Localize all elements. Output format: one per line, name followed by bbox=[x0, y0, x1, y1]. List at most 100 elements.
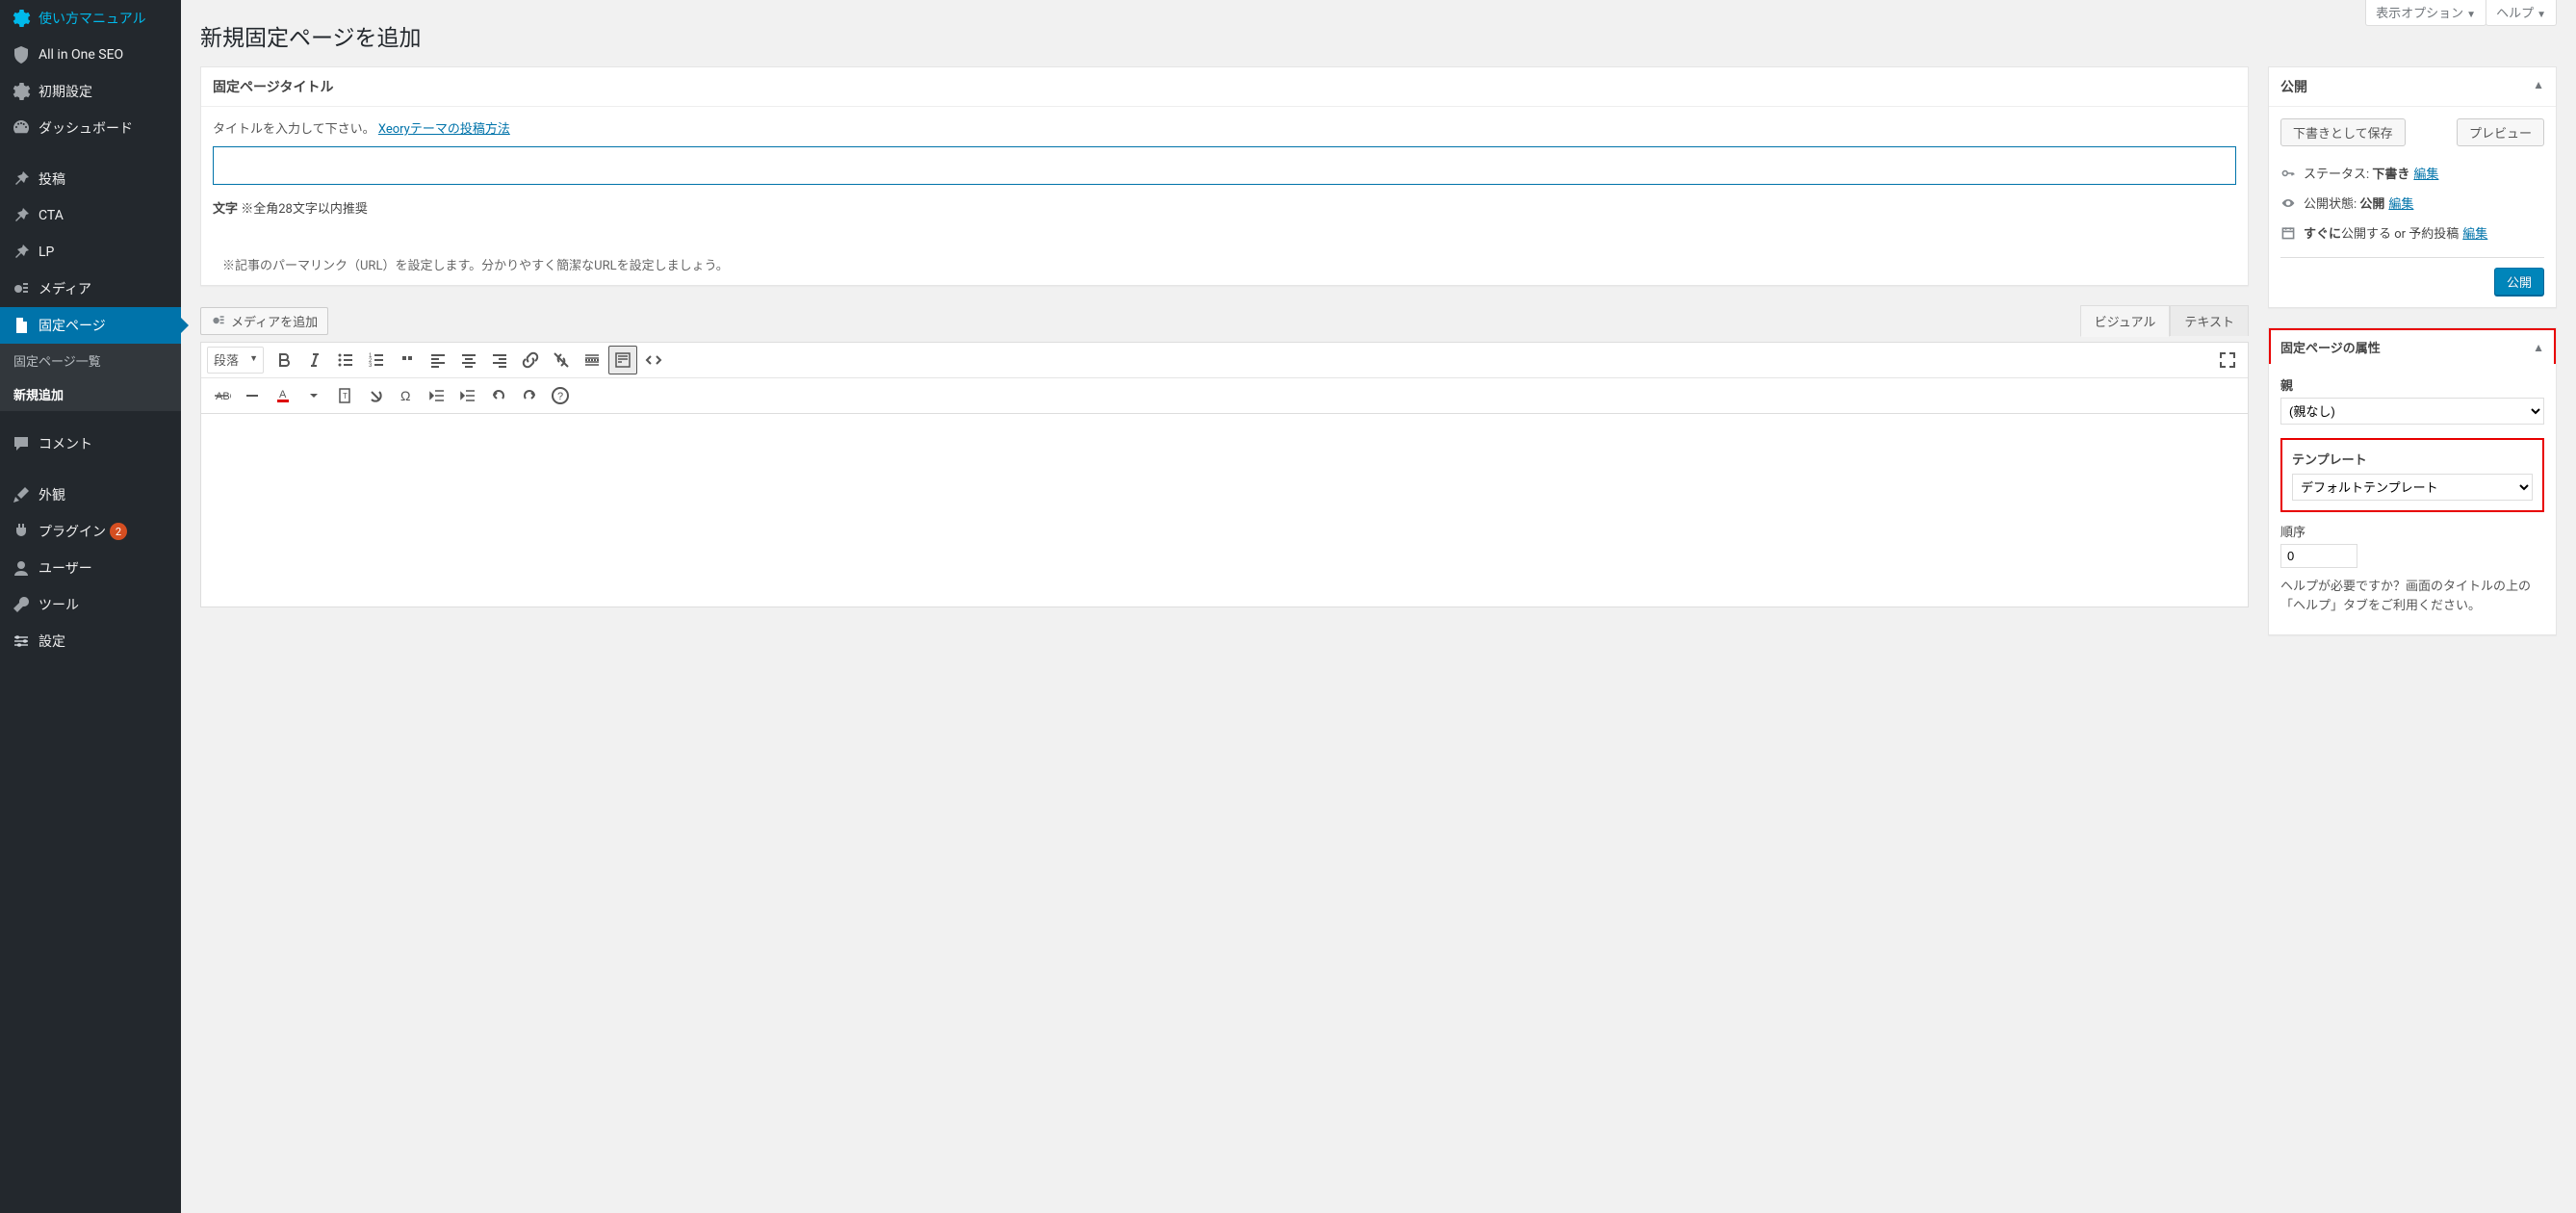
numberlist-button[interactable]: 123 bbox=[362, 346, 391, 374]
sidebar-item-pages[interactable]: 固定ページ bbox=[0, 307, 181, 344]
sidebar-item-media[interactable]: メディア bbox=[0, 271, 181, 307]
schedule-rest: 公開する or 予約投稿 bbox=[2341, 223, 2459, 242]
submenu-item-page-list[interactable]: 固定ページ一覧 bbox=[0, 344, 181, 377]
textcolor-dropdown[interactable] bbox=[299, 381, 328, 410]
svg-text:T: T bbox=[343, 392, 348, 400]
sliders-icon bbox=[12, 632, 31, 651]
sidebar-item-initsettings[interactable]: 初期設定 bbox=[0, 73, 181, 110]
attributes-help-text: ヘルプが必要ですか？画面のタイトルの上の「ヘルプ」タブをご利用ください。 bbox=[2280, 578, 2544, 615]
help-button-toolbar[interactable]: ? bbox=[546, 381, 575, 410]
sidebar-item-settings[interactable]: 設定 bbox=[0, 623, 181, 659]
indent-button[interactable] bbox=[453, 381, 482, 410]
save-draft-button[interactable]: 下書きとして保存 bbox=[2280, 118, 2406, 146]
format-select[interactable]: 段落 bbox=[207, 347, 264, 374]
edit-status-link[interactable]: 編集 bbox=[2413, 164, 2438, 182]
outdent-button[interactable] bbox=[423, 381, 451, 410]
main-content: 表示オプション▼ ヘルプ▼ 新規固定ページを追加 固定ページタイトル タイトルを… bbox=[181, 0, 2576, 1213]
title-metabox-heading: 固定ページタイトル bbox=[201, 67, 2248, 107]
hr-button[interactable] bbox=[238, 381, 267, 410]
pin-icon bbox=[12, 169, 31, 189]
undo-button[interactable] bbox=[484, 381, 513, 410]
help-label: ヘルプ bbox=[2496, 6, 2534, 20]
strikethrough-button[interactable]: ABC bbox=[207, 381, 236, 410]
dashboard-icon bbox=[12, 118, 31, 138]
help-button[interactable]: ヘルプ▼ bbox=[2486, 0, 2557, 26]
chevron-down-icon: ▼ bbox=[2537, 10, 2546, 20]
aligncenter-button[interactable] bbox=[454, 346, 483, 374]
bold-button[interactable] bbox=[270, 346, 298, 374]
toolbar-toggle-button[interactable] bbox=[608, 346, 637, 374]
textcolor-button[interactable]: A bbox=[269, 381, 297, 410]
update-badge: 2 bbox=[110, 523, 127, 540]
italic-button[interactable] bbox=[300, 346, 329, 374]
edit-schedule-link[interactable]: 編集 bbox=[2462, 223, 2487, 242]
chevron-down-icon: ▼ bbox=[2466, 10, 2476, 20]
wrench-icon bbox=[12, 595, 31, 614]
svg-text:ABC: ABC bbox=[216, 391, 231, 402]
gear-icon bbox=[12, 9, 31, 28]
alignright-button[interactable] bbox=[485, 346, 514, 374]
tab-text[interactable]: テキスト bbox=[2170, 305, 2249, 336]
sidebar-item-lp[interactable]: LP bbox=[0, 234, 181, 271]
specialchar-button[interactable]: Ω bbox=[392, 381, 421, 410]
sidebar-item-posts[interactable]: 投稿 bbox=[0, 161, 181, 197]
readmore-button[interactable] bbox=[578, 346, 606, 374]
sidebar-item-plugins[interactable]: プラグイン 2 bbox=[0, 513, 181, 550]
order-label: 順序 bbox=[2280, 522, 2544, 540]
sidebar-item-manual[interactable]: 使い方マニュアル bbox=[0, 0, 181, 37]
sidebar-item-label: All in One SEO bbox=[39, 47, 123, 63]
publish-button[interactable]: 公開 bbox=[2494, 268, 2544, 296]
fullscreen-button[interactable] bbox=[2213, 346, 2242, 374]
sidebar-item-label: プラグイン bbox=[39, 522, 106, 541]
svg-text:Ω: Ω bbox=[400, 388, 410, 403]
editor-tabs: ビジュアル テキスト bbox=[2080, 305, 2249, 336]
alignleft-button[interactable] bbox=[424, 346, 452, 374]
code-button[interactable] bbox=[639, 346, 668, 374]
sidebar-item-label: ツール bbox=[39, 595, 79, 614]
sidebar-item-label: コメント bbox=[39, 434, 92, 453]
unlink-button[interactable] bbox=[547, 346, 576, 374]
edit-visibility-link[interactable]: 編集 bbox=[2388, 194, 2413, 212]
parent-select[interactable]: (親なし) bbox=[2280, 398, 2544, 425]
sidebar-item-comments[interactable]: コメント bbox=[0, 426, 181, 462]
tab-visual[interactable]: ビジュアル bbox=[2080, 305, 2171, 337]
screen-options-button[interactable]: 表示オプション▼ bbox=[2365, 0, 2486, 26]
title-metabox: 固定ページタイトル タイトルを入力して下さい。 Xeoryテーマの投稿方法 文字… bbox=[200, 66, 2249, 286]
pastetext-button[interactable]: T bbox=[330, 381, 359, 410]
plugin-icon bbox=[12, 522, 31, 541]
char-count-row: 文字 ※全角28文字以内推奨 bbox=[213, 198, 2236, 217]
page-icon bbox=[12, 316, 31, 335]
sidebar-item-label: 設定 bbox=[39, 632, 65, 651]
publish-heading[interactable]: 公開▲ bbox=[2269, 67, 2556, 107]
sidebar-item-dashboard[interactable]: ダッシュボード bbox=[0, 110, 181, 146]
order-input[interactable] bbox=[2280, 544, 2357, 568]
clearformat-button[interactable] bbox=[361, 381, 390, 410]
sidebar-item-appearance[interactable]: 外観 bbox=[0, 477, 181, 513]
preview-button[interactable]: プレビュー bbox=[2457, 118, 2544, 146]
sidebar-item-label: LP bbox=[39, 245, 54, 260]
status-value: 下書き bbox=[2372, 164, 2409, 182]
sidebar-item-tools[interactable]: ツール bbox=[0, 586, 181, 623]
sidebar-item-seo[interactable]: All in One SEO bbox=[0, 37, 181, 73]
gear-icon bbox=[12, 82, 31, 101]
submenu-item-add-new[interactable]: 新規追加 bbox=[0, 377, 181, 411]
link-button[interactable] bbox=[516, 346, 545, 374]
user-icon bbox=[12, 558, 31, 578]
add-media-button[interactable]: メディアを追加 bbox=[200, 307, 328, 335]
template-label: テンプレート bbox=[2292, 450, 2533, 468]
theme-howto-link[interactable]: Xeoryテーマの投稿方法 bbox=[378, 122, 510, 137]
template-select[interactable]: デフォルトテンプレート bbox=[2292, 474, 2533, 501]
page-title: 新規固定ページを追加 bbox=[200, 0, 2557, 66]
page-title-input[interactable] bbox=[213, 146, 2236, 185]
editor-toolbar: 段落 123 bbox=[201, 343, 2248, 414]
attributes-heading[interactable]: 固定ページの属性 bbox=[2280, 338, 2533, 356]
sidebar-item-cta[interactable]: CTA bbox=[0, 197, 181, 234]
calendar-icon bbox=[2280, 225, 2298, 241]
quote-button[interactable] bbox=[393, 346, 422, 374]
sidebar-item-users[interactable]: ユーザー bbox=[0, 550, 181, 586]
svg-text:3: 3 bbox=[369, 363, 373, 369]
eye-icon bbox=[2280, 195, 2298, 211]
redo-button[interactable] bbox=[515, 381, 544, 410]
bulletlist-button[interactable] bbox=[331, 346, 360, 374]
content-editor[interactable] bbox=[201, 414, 2248, 606]
